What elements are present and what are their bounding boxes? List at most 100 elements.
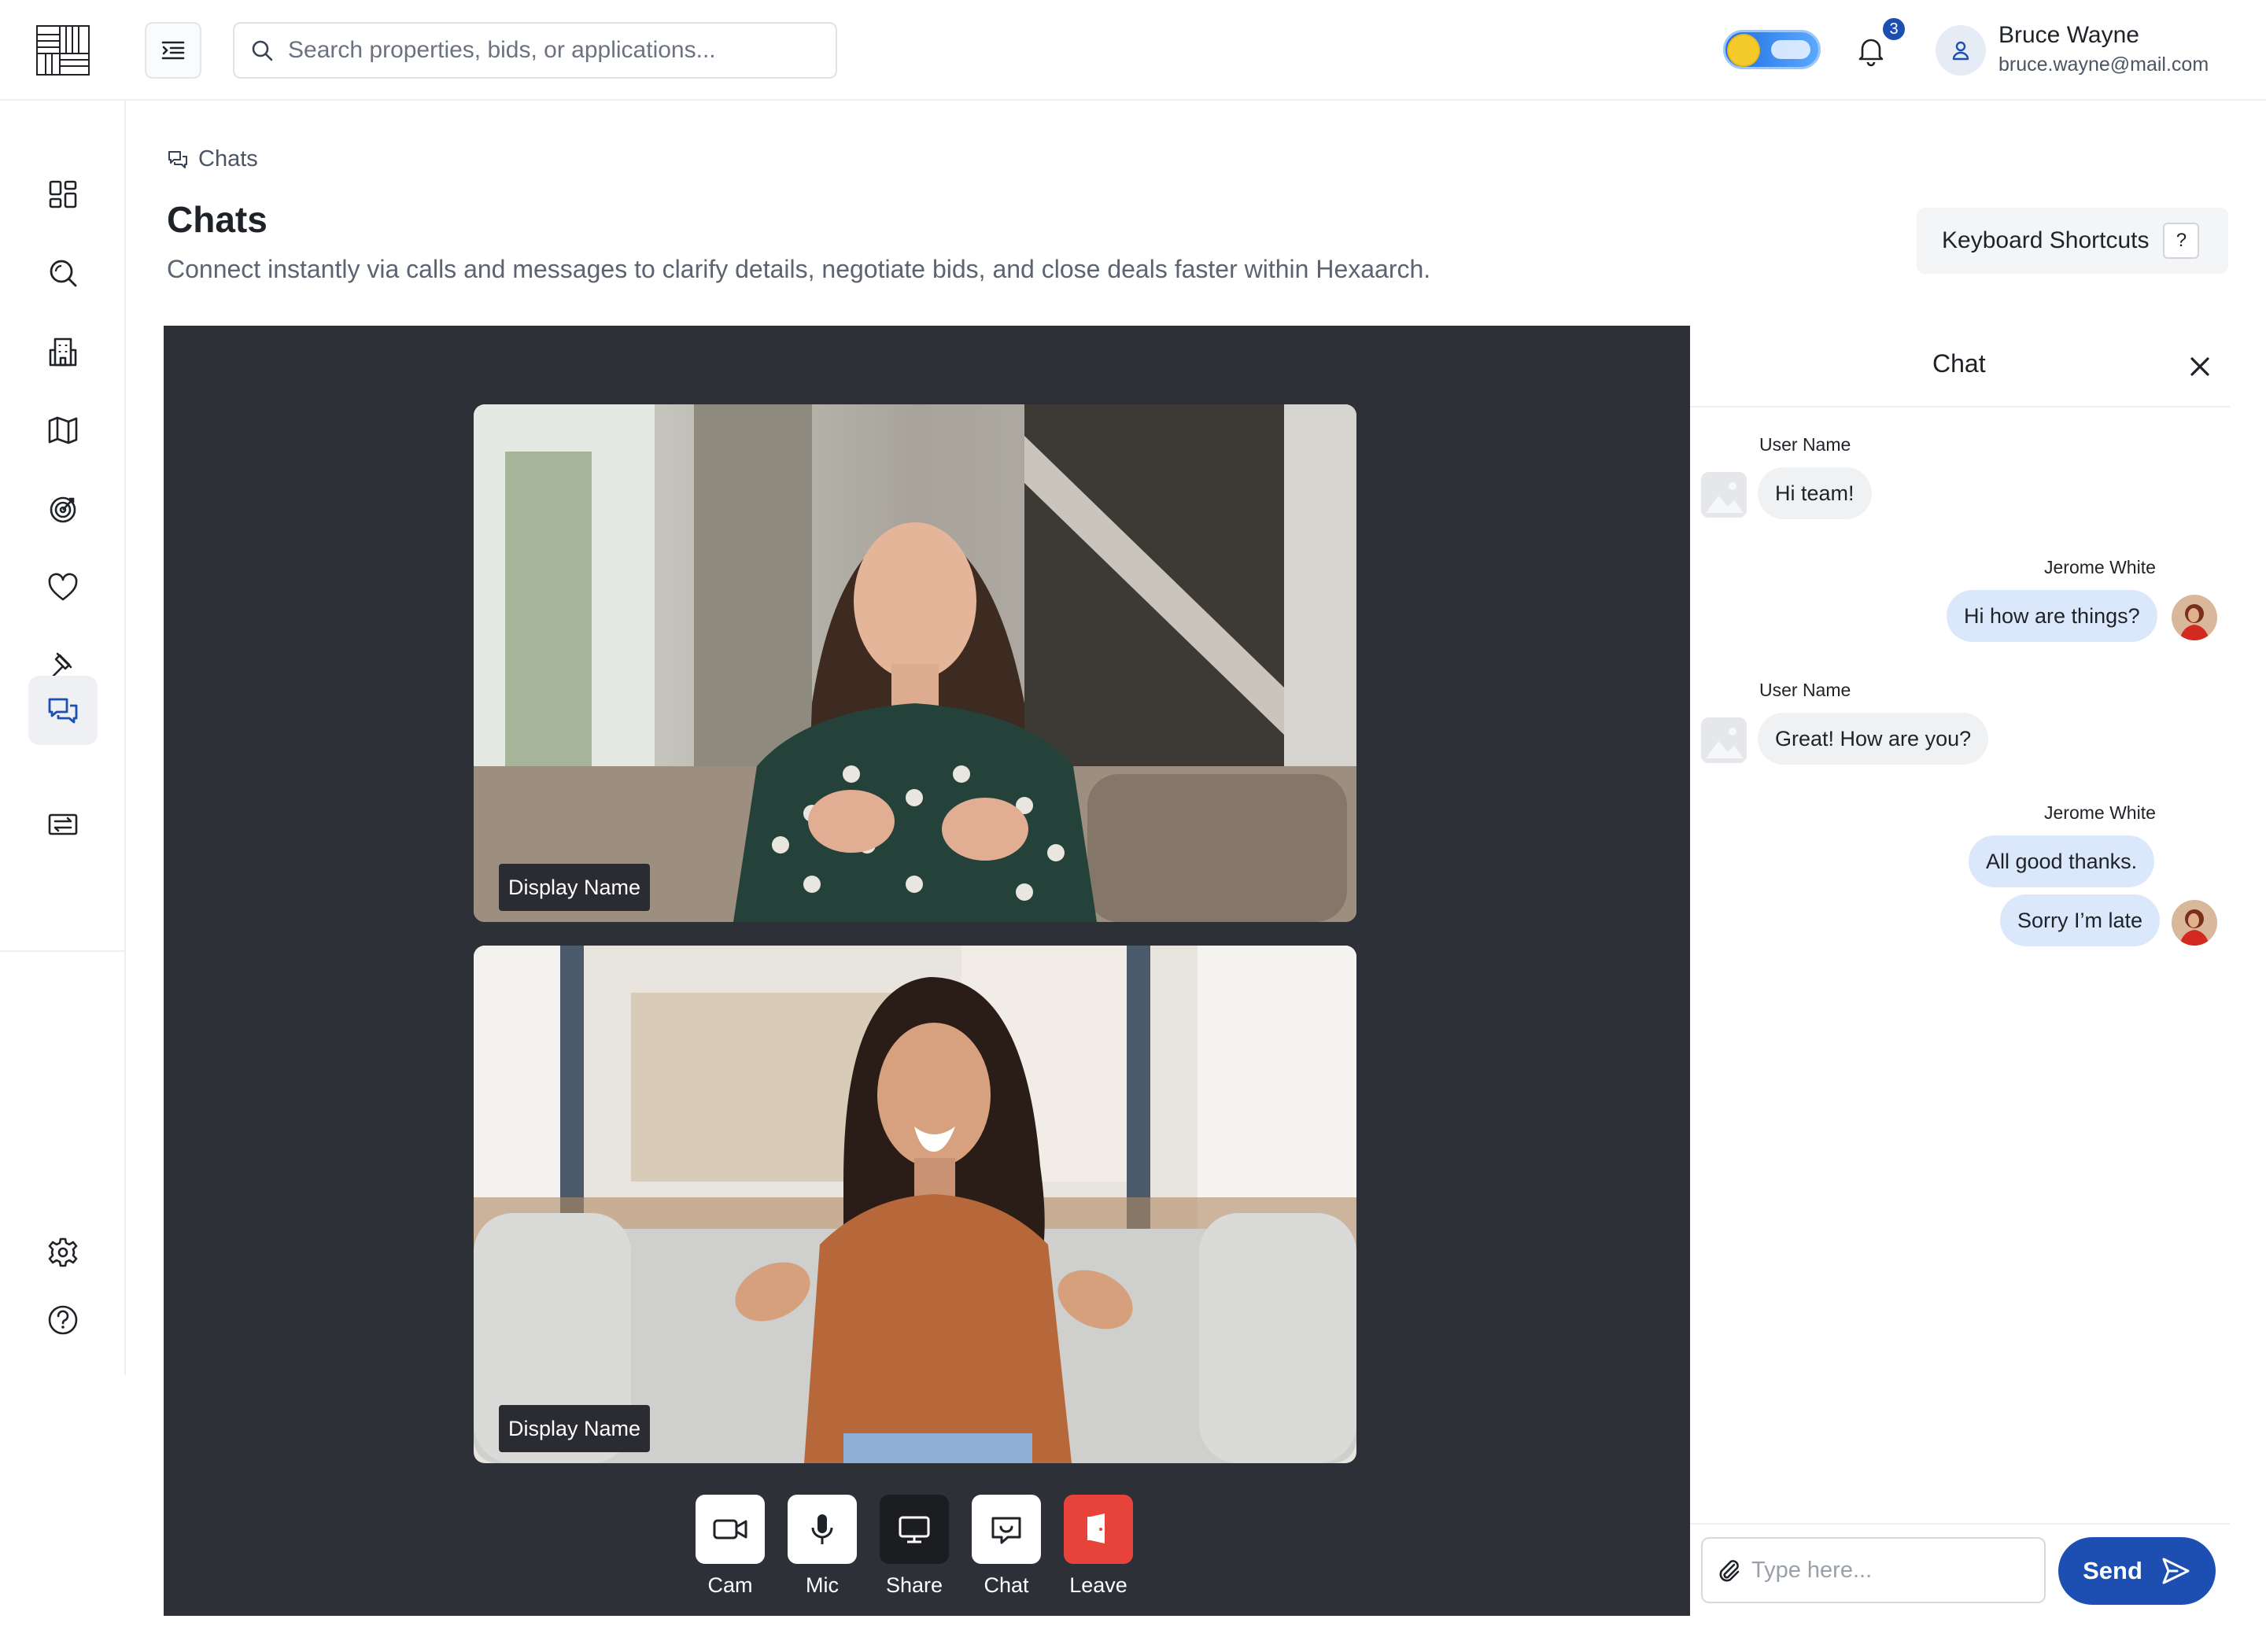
share-label: Share: [885, 1573, 943, 1597]
sidebar-item-properties[interactable]: [28, 317, 98, 386]
user-photo: [2172, 595, 2217, 640]
share-screen-button[interactable]: [880, 1495, 949, 1564]
chat-title: Chat: [1932, 349, 1986, 378]
message-bubble: All good thanks.: [1969, 835, 2155, 887]
sidebar: [0, 101, 126, 1375]
close-icon[interactable]: [2186, 352, 2214, 381]
map-icon: [48, 416, 78, 444]
settings-icon: [48, 1237, 78, 1267]
sidebar-item-help[interactable]: [28, 1285, 98, 1355]
page-title: Chats: [167, 199, 268, 240]
message-bubble: Sorry I’m late: [2000, 894, 2161, 946]
chat-icon: [48, 698, 78, 724]
chat-bubble-icon: [991, 1517, 1021, 1544]
user-icon: [1952, 41, 1969, 61]
user-photo: [2172, 900, 2217, 946]
camera-control[interactable]: Cam: [696, 1495, 765, 1598]
microphone-control[interactable]: Mic: [788, 1495, 857, 1598]
video-tile[interactable]: Display Name: [474, 946, 1356, 1463]
global-search[interactable]: [233, 22, 837, 79]
sidebar-item-chats[interactable]: [28, 676, 98, 745]
notification-count-badge: 3: [1880, 16, 1907, 42]
sidebar-item-favorites[interactable]: [28, 553, 98, 622]
message-sender: User Name: [1759, 434, 1851, 455]
theme-toggle[interactable]: [1723, 30, 1821, 69]
participant-video: [474, 946, 1356, 1463]
search-icon: [252, 40, 273, 61]
message-sender: Jerome White: [2044, 557, 2156, 577]
chat-toggle-button[interactable]: [972, 1495, 1041, 1564]
leave-call-button[interactable]: [1064, 1495, 1133, 1564]
message-field[interactable]: [1701, 1537, 2046, 1603]
help-icon: [48, 1305, 78, 1335]
user-name[interactable]: Bruce Wayne: [1998, 22, 2139, 49]
participant-display-name: Display Name: [499, 1405, 651, 1452]
message-bubble: Hi team!: [1758, 467, 1872, 519]
leave-label: Leave: [1069, 1573, 1127, 1597]
top-bar: 3 Bruce Wayne bruce.wayne@mail.com: [0, 0, 2266, 101]
message-bubble: Hi how are things?: [1947, 590, 2157, 642]
keyboard-shortcuts-label: Keyboard Shortcuts: [1942, 227, 2150, 253]
share-control[interactable]: Share: [880, 1495, 949, 1598]
chat-composer: Send: [1690, 1523, 2230, 1616]
microphone-icon: [811, 1514, 833, 1544]
search-input[interactable]: [288, 37, 792, 64]
breadcrumb[interactable]: Chats: [167, 146, 258, 172]
sidebar-item-dashboard[interactable]: [28, 160, 98, 229]
message-bubble: Great! How are you?: [1758, 713, 1989, 765]
camera-button[interactable]: [696, 1495, 765, 1564]
sun-icon: [1729, 35, 1759, 65]
camera-label: Cam: [707, 1573, 753, 1597]
sidebar-item-targets[interactable]: [28, 474, 98, 544]
avatar-placeholder: [1701, 717, 1747, 763]
building-icon: [49, 337, 77, 367]
shortcut-key-badge: ?: [2163, 223, 2200, 259]
target-icon: [50, 496, 76, 523]
message-sender: Jerome White: [2044, 802, 2156, 823]
keyboard-shortcuts-button[interactable]: Keyboard Shortcuts ?: [1917, 208, 2228, 274]
screen-share-icon: [899, 1516, 930, 1543]
chat-label: Chat: [984, 1573, 1029, 1597]
avatar: [2172, 595, 2217, 640]
user-avatar[interactable]: [1936, 25, 1986, 76]
notification-bell-icon[interactable]: [1854, 33, 1888, 68]
page-subtitle: Connect instantly via calls and messages…: [167, 255, 1431, 283]
user-email: bruce.wayne@mail.com: [1998, 53, 2209, 76]
sidebar-toggle-button[interactable]: [145, 22, 201, 79]
sidebar-item-map[interactable]: [28, 396, 98, 465]
sidebar-divider: [0, 950, 124, 952]
image-placeholder-icon: [1701, 472, 1747, 518]
video-tile[interactable]: Display Name: [474, 404, 1356, 922]
chat-control[interactable]: Chat: [972, 1495, 1041, 1598]
chat-icon: [168, 150, 187, 168]
video-call-area: Display Name Display Name Cam Mic Share …: [164, 326, 1690, 1616]
search-icon: [50, 260, 77, 287]
sidebar-item-settings[interactable]: [28, 1218, 98, 1287]
send-icon: [2162, 1558, 2190, 1584]
message-input[interactable]: [1751, 1557, 2035, 1584]
dashboard-icon: [49, 180, 77, 208]
transfer-icon: [48, 813, 78, 835]
app-logo[interactable]: [36, 25, 90, 76]
avatar-placeholder: [1701, 472, 1747, 518]
leave-control[interactable]: Leave: [1064, 1495, 1133, 1598]
sidebar-item-transactions[interactable]: [28, 789, 98, 858]
leave-icon: [1087, 1514, 1105, 1543]
breadcrumb-label: Chats: [198, 146, 258, 171]
send-button[interactable]: Send: [2058, 1537, 2216, 1605]
image-placeholder-icon: [1701, 717, 1747, 763]
camera-icon: [713, 1519, 747, 1540]
microphone-button[interactable]: [788, 1495, 857, 1564]
paperclip-icon[interactable]: [1715, 1557, 1742, 1584]
microphone-label: Mic: [806, 1573, 839, 1597]
call-controls: Cam Mic Share Chat Leave: [696, 1495, 1133, 1598]
chat-panel: Chat User Name Hi team! Jerome White Hi …: [1690, 326, 2230, 1616]
cloud-icon: [1771, 40, 1810, 59]
menu-collapse-icon: [161, 41, 185, 60]
message-sender: User Name: [1759, 680, 1851, 700]
participant-video: [474, 404, 1356, 922]
heart-icon: [48, 573, 78, 601]
participant-display-name: Display Name: [499, 864, 651, 911]
sidebar-item-search[interactable]: [28, 238, 98, 308]
avatar: [2172, 900, 2217, 946]
